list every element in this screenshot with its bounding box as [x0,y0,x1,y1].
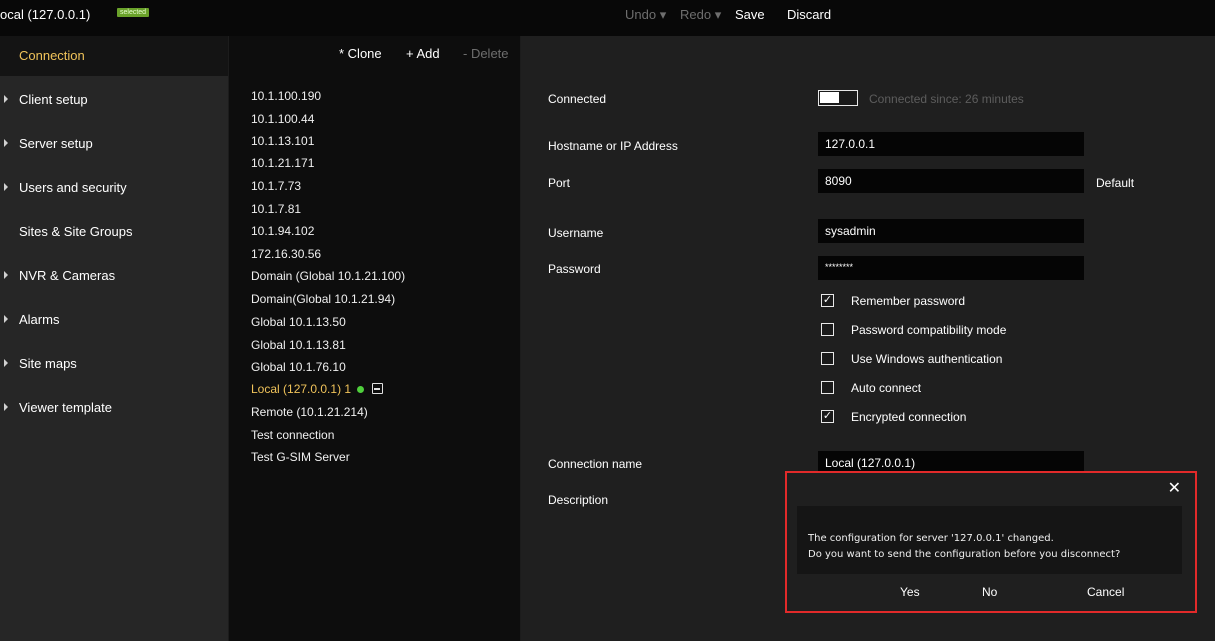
delete-button[interactable]: - Delete [463,46,509,61]
dialog-message-line: The configuration for server '127.0.0.1'… [808,533,1054,544]
username-label: Username [548,226,604,240]
sidebar-item-label: Alarms [19,312,60,327]
no-button[interactable]: No [982,585,997,599]
connection-name-label: Connection name [548,457,643,471]
list-item[interactable]: 10.1.13.101 [251,134,314,148]
list-item[interactable]: 10.1.94.102 [251,224,314,238]
expand-arrow-icon [4,139,8,147]
save-button[interactable]: Save [735,7,765,22]
sidebar-item-label: Server setup [19,136,93,151]
close-icon[interactable]: ✕ [1168,478,1181,498]
app-window: ocal (127.0.0.1) selected Undo ▾ Redo ▾ … [0,0,1215,641]
yes-button[interactable]: Yes [900,585,920,599]
password-input[interactable]: ******** [818,256,1084,280]
list-item[interactable]: 10.1.100.190 [251,89,321,103]
expand-arrow-icon [4,95,8,103]
hostname-input[interactable]: 127.0.0.1 [818,132,1084,156]
expand-arrow-icon [4,403,8,411]
list-item-label: Local (127.0.0.1) 1 [251,382,352,396]
checkbox-checked-icon: ✓ [821,410,834,423]
sidebar-item-connection[interactable]: Connection [0,36,228,76]
undo-button[interactable]: Undo ▾ [625,7,666,23]
sidebar-item-sites-site-groups[interactable]: Sites & Site Groups [0,212,228,252]
discard-button[interactable]: Discard [787,7,831,22]
sidebar-item-server-setup[interactable]: Server setup [0,124,228,164]
list-toolbar: * Clone + Add - Delete [229,36,520,70]
list-item[interactable]: Test G-SIM Server [251,450,350,464]
sidebar: Connection Client setup Server setup Use… [0,36,228,641]
checkbox-label: Auto connect [851,381,922,395]
sidebar-item-users-and-security[interactable]: Users and security [0,168,228,208]
clone-button[interactable]: * Clone [339,46,382,61]
hostname-label: Hostname or IP Address [548,139,678,153]
list-item[interactable]: Test connection [251,428,334,442]
add-button[interactable]: + Add [406,46,440,61]
checkbox-unchecked-icon [821,381,834,394]
checkbox-label: Password compatibility mode [851,323,1007,337]
window-title: ocal (127.0.0.1) [0,7,91,22]
top-toolbar: ocal (127.0.0.1) selected Undo ▾ Redo ▾ … [0,0,1215,36]
connected-since-text: Connected since: 26 minutes [869,92,1024,106]
expand-arrow-icon [4,359,8,367]
sidebar-item-alarms[interactable]: Alarms [0,300,228,340]
list-item[interactable]: 10.1.21.171 [251,156,314,170]
sidebar-item-label: Users and security [19,180,127,195]
toggle-knob [820,92,839,103]
list-item[interactable]: Domain (Global 10.1.21.100) [251,269,405,283]
description-label: Description [548,493,609,507]
dialog-message: The configuration for server '127.0.0.1'… [808,531,1120,563]
list-item[interactable]: Global 10.1.76.10 [251,360,346,374]
list-item[interactable]: 172.16.30.56 [251,247,321,261]
sidebar-item-nvr-cameras[interactable]: NVR & Cameras [0,256,228,296]
default-port-button[interactable]: Default [1096,176,1134,190]
expand-arrow-icon [4,315,8,323]
disconnect-confirm-dialog: ✕ The configuration for server '127.0.0.… [785,471,1197,613]
sidebar-item-label: NVR & Cameras [19,268,116,283]
connected-toggle[interactable] [818,90,858,106]
list-item[interactable]: Global 10.1.13.50 [251,315,346,329]
checkbox-label: Encrypted connection [851,410,967,424]
cancel-button[interactable]: Cancel [1087,585,1124,599]
checkbox-unchecked-icon [821,352,834,365]
list-item[interactable]: Remote (10.1.21.214) [251,405,368,419]
sidebar-item-label: Client setup [19,92,88,107]
sidebar-item-label: Sites & Site Groups [19,224,133,239]
connection-list-panel: * Clone + Add - Delete 10.1.100.190 10.1… [229,36,520,641]
sidebar-item-site-maps[interactable]: Site maps [0,344,228,384]
list-item[interactable]: Global 10.1.13.81 [251,338,346,352]
sidebar-item-label: Site maps [19,356,77,371]
connected-status-icon [357,386,365,393]
connected-label: Connected [548,92,607,106]
checkbox-checked-icon: ✓ [821,294,834,307]
port-label: Port [548,176,571,190]
expand-arrow-icon [4,271,8,279]
checkbox-label: Remember password [851,294,966,308]
sidebar-item-label: Viewer template [19,400,112,415]
password-label: Password [548,262,601,276]
username-input[interactable]: sysadmin [818,219,1084,243]
checkbox-unchecked-icon [821,323,834,336]
selected-badge: selected [117,8,150,17]
dialog-message-line: Do you want to send the configuration be… [808,549,1121,560]
port-input[interactable]: 8090 [818,169,1084,193]
list-item[interactable]: Domain(Global 10.1.21.94) [251,292,395,306]
redo-button[interactable]: Redo ▾ [680,7,721,23]
checkbox-label: Use Windows authentication [851,352,1003,366]
list-item[interactable]: 10.1.7.73 [251,179,301,193]
expand-arrow-icon [4,183,8,191]
save-disk-icon [372,383,384,394]
sidebar-item-label: Connection [19,48,85,63]
sidebar-item-client-setup[interactable]: Client setup [0,80,228,120]
list-item[interactable]: 10.1.7.81 [251,202,301,216]
list-item[interactable]: 10.1.100.44 [251,112,314,126]
sidebar-item-viewer-template[interactable]: Viewer template [0,388,228,428]
list-item-current[interactable]: Local (127.0.0.1) 1 [251,382,384,396]
